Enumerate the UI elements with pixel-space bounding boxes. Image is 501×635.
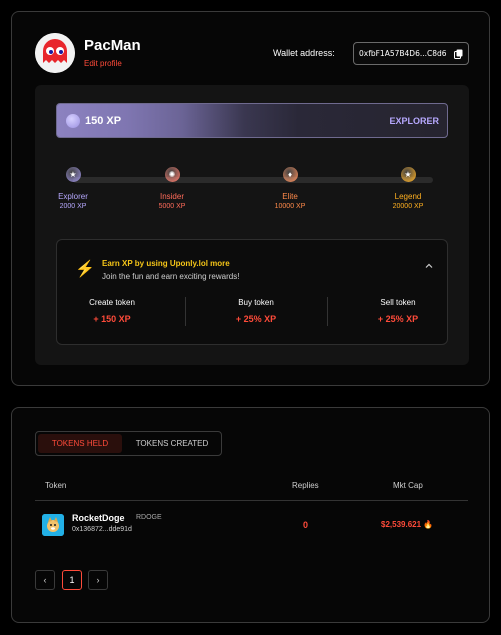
tier-elite: ♦ Elite 10000 XP: [260, 167, 320, 210]
elite-badge-icon: ♦: [282, 167, 298, 182]
flame-icon: 🔥: [423, 520, 434, 529]
earn-xp-box: ⚡ Earn XP by using Uponly.lol more Join …: [56, 239, 448, 345]
divider: [327, 297, 328, 326]
wallet-label: Wallet address:: [273, 48, 335, 58]
pagination-prev-button[interactable]: ‹: [35, 570, 55, 590]
xp-rank: EXPLORER: [389, 116, 439, 126]
earn-value: + 25% XP: [235, 314, 277, 324]
ghost-avatar-icon: [35, 33, 75, 73]
wallet-address-box[interactable]: 0xfbF1A57B4D6...C8d6: [353, 42, 469, 65]
earn-sell-token: Sell token + 25% XP: [343, 298, 453, 324]
divider: [185, 297, 186, 326]
tier-xp: 2000 XP: [59, 203, 87, 210]
token-replies: 0: [303, 520, 309, 530]
tier-xp: 10000 XP: [274, 203, 306, 210]
xp-level-bar: 150 XP EXPLORER: [56, 103, 448, 138]
earn-create-token: Create token + 150 XP: [57, 298, 167, 324]
column-header-replies: Replies: [292, 481, 319, 490]
username: PacMan: [84, 37, 141, 54]
token-name: RocketDoge: [72, 513, 125, 523]
table-divider: [35, 500, 468, 501]
token-mkt-cap: $2,539.621 🔥: [381, 520, 433, 529]
earn-subtitle: Join the fun and earn exciting rewards!: [102, 272, 240, 281]
pagination-next-button[interactable]: ›: [88, 570, 108, 590]
avatar: [35, 33, 75, 73]
earn-label: Buy token: [238, 298, 274, 307]
tier-xp: 20000 XP: [392, 203, 424, 210]
lightning-icon: ⚡: [75, 261, 95, 278]
edit-profile-link[interactable]: Edit profile: [84, 59, 122, 68]
tab-tokens-created[interactable]: TOKENS CREATED: [124, 434, 220, 453]
tier-insider: ✺ Insider 5000 XP: [142, 167, 202, 210]
tier-xp: 5000 XP: [158, 203, 186, 210]
xp-orb-icon: [66, 114, 80, 128]
tier-name: Elite: [282, 192, 298, 201]
earn-buy-token: Buy token + 25% XP: [201, 298, 311, 324]
tokens-tabs: TOKENS HELD TOKENS CREATED: [35, 431, 222, 456]
profile-card: PacMan Edit profile Wallet address: 0xfb…: [11, 11, 490, 386]
tier-legend: ★ Legend 20000 XP: [378, 167, 438, 210]
pagination-page-1[interactable]: 1: [62, 570, 82, 590]
xp-panel: 150 XP EXPLORER ★ Explorer 2000 XP ✺ Ins…: [35, 85, 469, 365]
earn-value: + 150 XP: [93, 314, 131, 324]
earn-label: Sell token: [380, 298, 416, 307]
tier-name: Insider: [159, 192, 184, 201]
copy-icon[interactable]: [454, 49, 463, 59]
token-logo-icon: [42, 514, 64, 536]
earn-label: Create token: [89, 298, 135, 307]
tier-explorer: ★ Explorer 2000 XP: [43, 167, 103, 210]
earn-value: + 25% XP: [377, 314, 419, 324]
chevron-up-icon[interactable]: [425, 262, 433, 270]
tab-tokens-held[interactable]: TOKENS HELD: [38, 434, 122, 453]
wallet-address: 0xfbF1A57B4D6...C8d6: [359, 49, 447, 58]
insider-badge-icon: ✺: [164, 167, 180, 182]
explorer-badge-icon: ★: [65, 167, 81, 182]
tier-name: Legend: [394, 192, 422, 201]
legend-badge-icon: ★: [400, 167, 416, 182]
token-ticker: RDOGE: [136, 514, 162, 521]
xp-value: 150 XP: [85, 115, 122, 127]
tier-name: Explorer: [58, 192, 88, 201]
mkt-cap-value: $2,539.621: [381, 520, 422, 529]
earn-title: Earn XP by using Uponly.lol more: [102, 259, 230, 268]
token-address: 0x136872...dde91d: [72, 526, 132, 533]
column-header-mkt-cap: Mkt Cap: [393, 481, 423, 490]
tokens-card: TOKENS HELD TOKENS CREATED Token Replies…: [11, 407, 490, 623]
column-header-token: Token: [45, 481, 67, 490]
